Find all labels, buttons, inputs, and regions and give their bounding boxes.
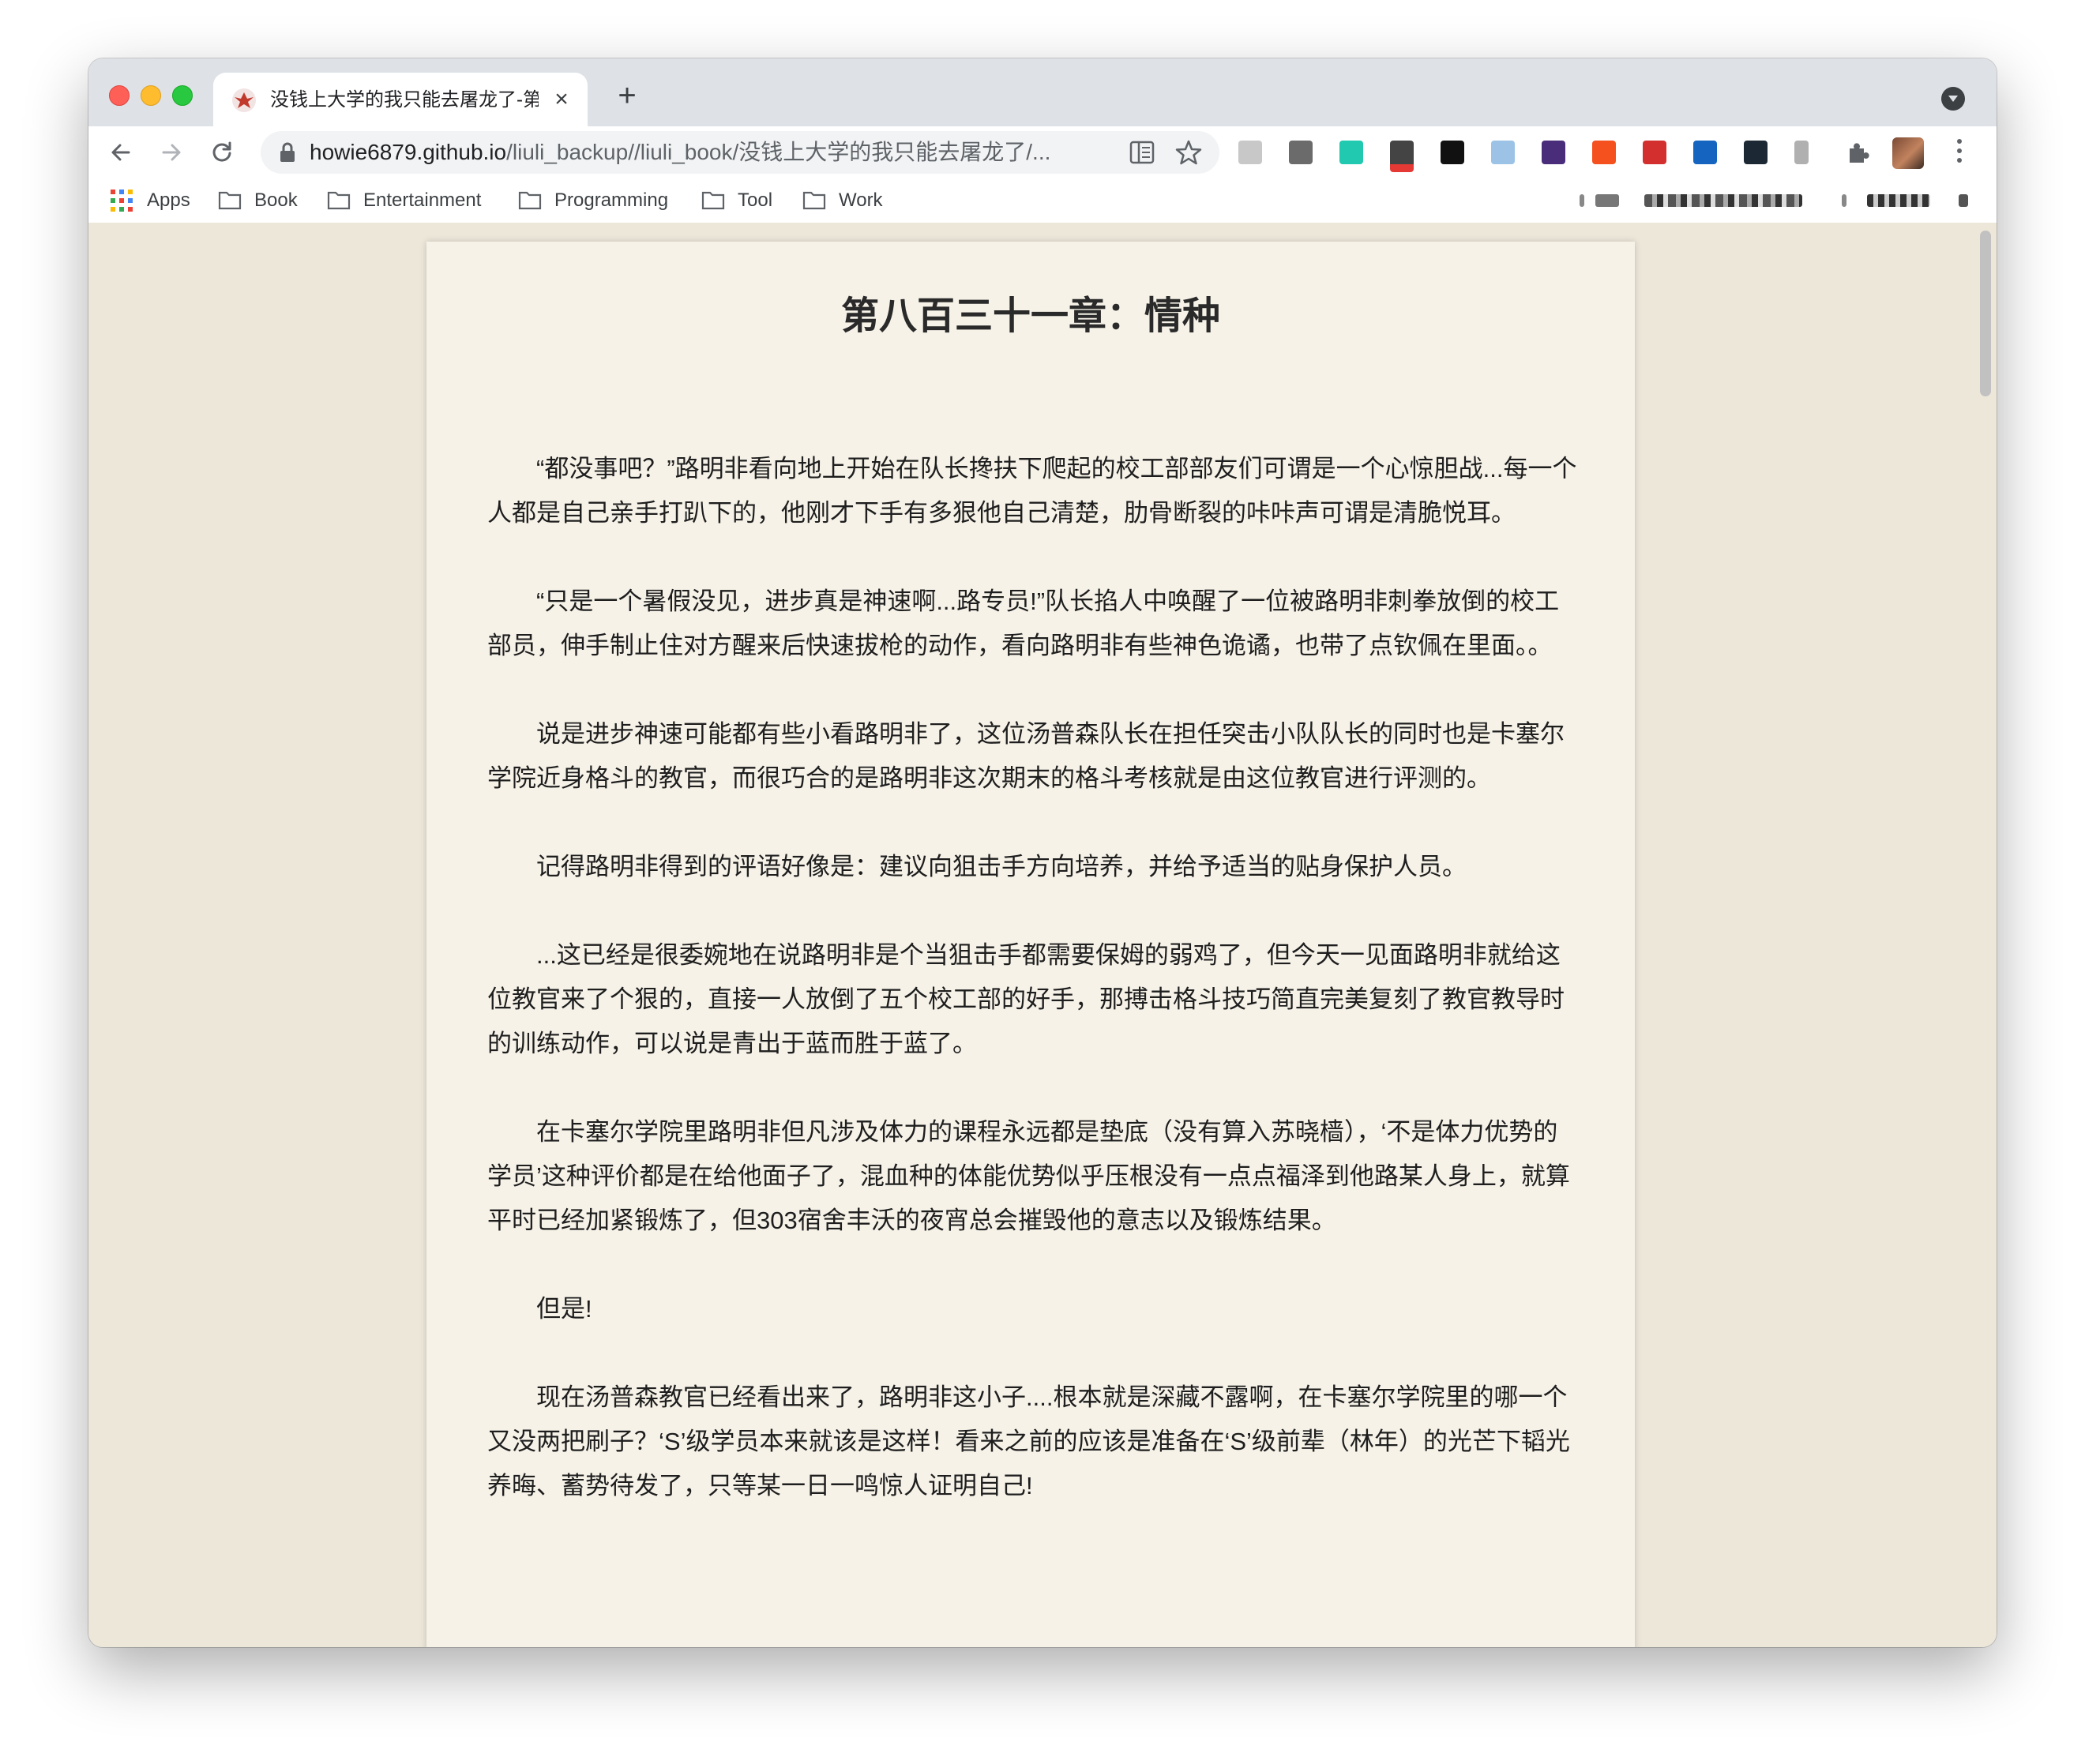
extension-icon[interactable] <box>1542 141 1565 164</box>
extension-icon[interactable] <box>1238 141 1262 164</box>
url-text[interactable]: howie6879.github.io/liuli_backup//liuli_… <box>310 131 1099 174</box>
extension-icon[interactable] <box>1289 141 1313 164</box>
zoom-window-button[interactable] <box>172 85 193 106</box>
paragraph: “只是一个暑假没见，进步真是神速啊...路专员!”队长掐人中唤醒了一位被路明非刺… <box>487 587 1560 659</box>
bookmark-folder-tool[interactable]: Tool <box>701 186 788 215</box>
toolbar: howie6879.github.io/liuli_backup//liuli_… <box>88 126 1997 178</box>
tab-strip: 没钱上大学的我只能去屠龙了-第 × + <box>88 58 1997 126</box>
extension-icon[interactable] <box>1643 141 1666 164</box>
extension-icon[interactable] <box>1441 141 1464 164</box>
bookmark-label: Work <box>839 190 883 211</box>
browser-window: 没钱上大学的我只能去屠龙了-第 × + howie6879.github.io/… <box>88 58 1997 1647</box>
extension-icon[interactable] <box>1794 141 1809 164</box>
bookmark-folder-entertainment[interactable]: Entertainment <box>327 186 501 215</box>
reader-mode-icon[interactable] <box>1129 141 1155 164</box>
apps-grid-icon <box>111 190 133 212</box>
blurred-bookmark[interactable] <box>1867 194 1930 207</box>
folder-icon <box>701 191 725 210</box>
active-tab[interactable]: 没钱上大学的我只能去屠龙了-第 × <box>213 73 588 126</box>
article-body: “都没事吧？”路明非看向地上开始在队长搀扶下爬起的校工部部友们可谓是一个心惊胆战… <box>487 447 1577 1552</box>
tab-title: 没钱上大学的我只能去屠龙了-第 <box>270 89 539 111</box>
bookmark-label: Entertainment <box>363 190 482 211</box>
folder-icon <box>518 191 542 210</box>
puzzle-extensions-icon[interactable] <box>1846 141 1870 164</box>
close-tab-icon[interactable]: × <box>548 87 575 114</box>
extension-icon[interactable] <box>1491 141 1515 164</box>
extension-icon[interactable] <box>1592 141 1616 164</box>
bookmark-folder-work[interactable]: Work <box>802 186 897 215</box>
reload-icon[interactable] <box>204 134 240 171</box>
paragraph: “都没事吧？”路明非看向地上开始在队长搀扶下爬起的校工部部友们可谓是一个心惊胆战… <box>487 455 1577 527</box>
profile-avatar[interactable] <box>1892 137 1924 169</box>
close-window-button[interactable] <box>109 85 130 106</box>
back-arrow-icon[interactable] <box>103 134 139 171</box>
folder-icon <box>802 191 826 210</box>
extension-icon[interactable] <box>1339 141 1363 164</box>
forward-arrow-icon[interactable] <box>153 134 190 171</box>
paragraph: 现在汤普森教官已经看出来了，路明非这小子....根本就是深藏不露啊，在卡塞尔学院… <box>487 1383 1570 1499</box>
bookmark-folder-programming[interactable]: Programming <box>518 186 684 215</box>
blurred-bookmark[interactable] <box>1595 194 1619 207</box>
folder-icon <box>327 191 351 210</box>
blurred-bookmark[interactable] <box>1842 194 1846 207</box>
extension-icon[interactable] <box>1390 141 1414 172</box>
paragraph: ...这已经是很委婉地在说路明非是个当狙击手都需要保姆的弱鸡了，但今天一见面路明… <box>487 941 1565 1057</box>
favicon-icon <box>231 87 257 114</box>
extension-icon[interactable] <box>1693 141 1717 164</box>
page-viewport: 第八百三十一章：情种 “都没事吧？”路明非看向地上开始在队长搀扶下爬起的校工部部… <box>88 223 1997 1647</box>
folder-icon <box>218 191 242 210</box>
bookmarks-bar: Apps Book Entertainment Programming Tool… <box>88 178 1997 223</box>
chapter-title: 第八百三十一章：情种 <box>840 295 1220 337</box>
tab-search-icon[interactable] <box>1941 87 1965 111</box>
article-card: 第八百三十一章：情种 “都没事吧？”路明非看向地上开始在队长搀扶下爬起的校工部部… <box>426 242 1635 1647</box>
url-host: howie6879.github.io <box>310 140 507 164</box>
bookmark-label: Programming <box>554 190 669 211</box>
blurred-bookmark[interactable] <box>1580 194 1584 207</box>
extension-icon[interactable] <box>1744 141 1768 164</box>
scrollbar-thumb[interactable] <box>1980 231 1991 396</box>
bookmark-star-icon[interactable] <box>1174 137 1204 167</box>
scrollbar[interactable] <box>1974 223 1997 1647</box>
paragraph: 但是! <box>536 1295 592 1323</box>
url-path: /liuli_backup//liuli_book/没钱上大学的我只能去屠龙了/… <box>506 140 1051 164</box>
blurred-bookmark[interactable] <box>1959 194 1968 207</box>
lock-icon[interactable] <box>278 142 297 163</box>
new-tab-button[interactable]: + <box>610 79 644 114</box>
bookmark-folder-book[interactable]: Book <box>218 186 313 215</box>
bookmark-label: Apps <box>147 190 190 211</box>
paragraph: 在卡塞尔学院里路明非但凡涉及体力的课程永远都是垫底（没有算入苏晓樯），‘不是体力… <box>487 1118 1570 1234</box>
bookmark-label: Tool <box>738 190 773 211</box>
address-bar[interactable]: howie6879.github.io/liuli_backup//liuli_… <box>261 131 1219 174</box>
paragraph: 记得路明非得到的评语好像是：建议向狙击手方向培养，并给予适当的贴身保护人员。 <box>536 853 1467 880</box>
paragraph: 说是进步神速可能都有些小看路明非了，这位汤普森队长在担任突击小队队长的同时也是卡… <box>487 720 1565 792</box>
kebab-menu-icon[interactable] <box>1955 139 1963 166</box>
blurred-bookmark[interactable] <box>1644 194 1802 207</box>
bookmark-label: Book <box>254 190 298 211</box>
minimize-window-button[interactable] <box>141 85 161 106</box>
bookmark-apps[interactable]: Apps <box>111 186 197 215</box>
